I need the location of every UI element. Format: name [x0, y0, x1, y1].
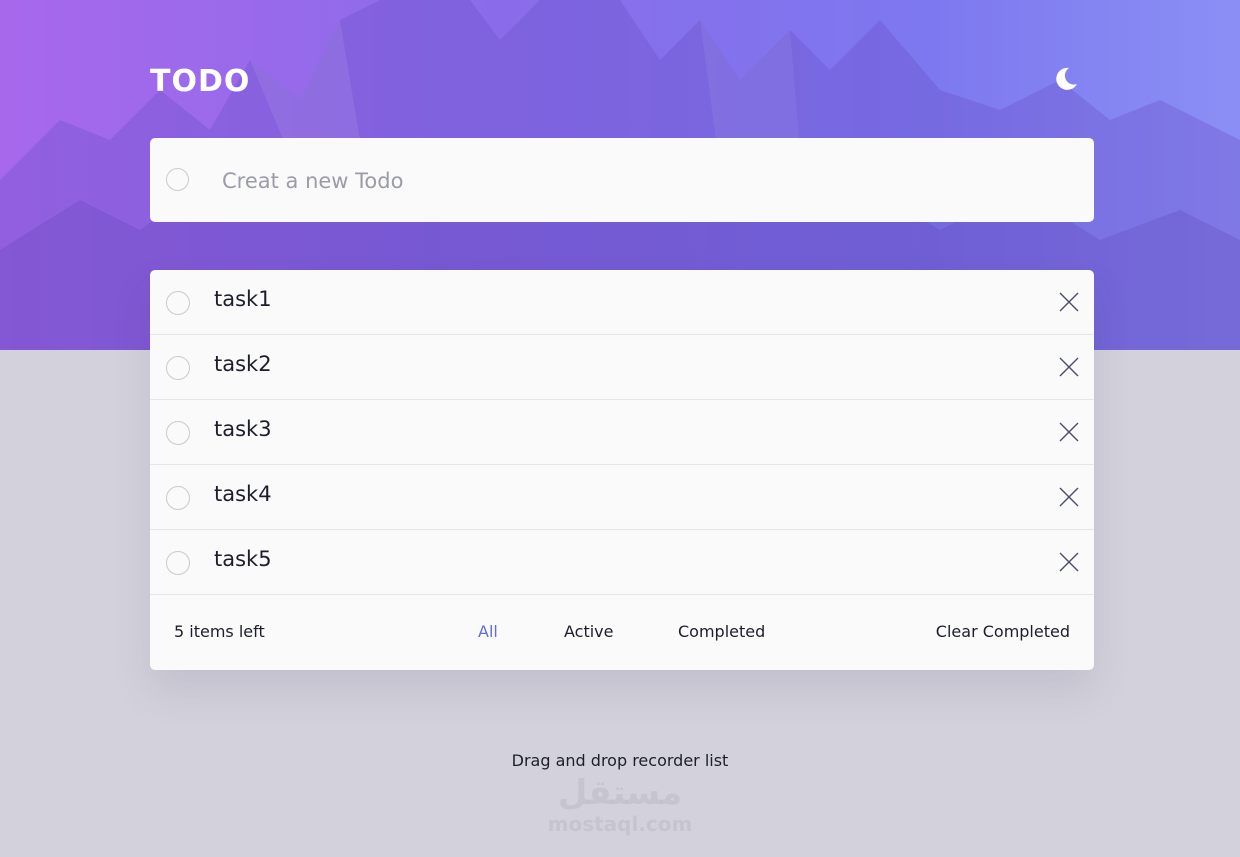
filter-completed-button[interactable]: Completed	[678, 622, 765, 641]
new-todo-input[interactable]	[220, 160, 1044, 202]
app-title: TODO	[150, 64, 251, 99]
todo-item[interactable]: task4	[150, 465, 1094, 530]
filter-active-button[interactable]: Active	[564, 622, 614, 641]
close-icon[interactable]	[1058, 291, 1080, 313]
close-icon[interactable]	[1058, 421, 1080, 443]
todo-check-circle[interactable]	[166, 486, 190, 510]
todo-item-label: task3	[214, 417, 272, 441]
todo-item-label: task1	[214, 287, 272, 311]
todo-check-circle[interactable]	[166, 291, 190, 315]
todo-item[interactable]: task5	[150, 530, 1094, 595]
close-icon[interactable]	[1058, 551, 1080, 573]
close-icon[interactable]	[1058, 356, 1080, 378]
todo-check-circle[interactable]	[166, 551, 190, 575]
new-todo-bar	[150, 138, 1094, 222]
list-footer: 5 items left All Active Completed Clear …	[150, 595, 1094, 670]
drag-drop-hint: Drag and drop recorder list	[511, 751, 729, 770]
todo-item[interactable]: task3	[150, 400, 1094, 465]
todo-item[interactable]: task2	[150, 335, 1094, 400]
watermark-arabic: مستقل	[557, 773, 683, 813]
todo-item-label: task4	[214, 482, 272, 506]
todo-check-circle[interactable]	[166, 356, 190, 380]
watermark-latin: mostaql.com	[547, 812, 693, 836]
new-todo-check-circle[interactable]	[166, 168, 189, 191]
close-icon[interactable]	[1058, 486, 1080, 508]
clear-completed-button[interactable]: Clear Completed	[936, 622, 1070, 641]
watermark-logo: مستقل mostaql.com	[520, 775, 720, 845]
filter-all-button[interactable]: All	[478, 622, 498, 641]
todo-item-label: task5	[214, 547, 272, 571]
todo-check-circle[interactable]	[166, 421, 190, 445]
todo-list: task1 task2 task3 task4 task5 5 items le…	[150, 270, 1094, 670]
todo-item[interactable]: task1	[150, 270, 1094, 335]
items-left-count: 5 items left	[174, 622, 265, 641]
moon-icon[interactable]	[1050, 64, 1080, 94]
todo-item-label: task2	[214, 352, 272, 376]
app-header: TODO	[150, 58, 1094, 106]
